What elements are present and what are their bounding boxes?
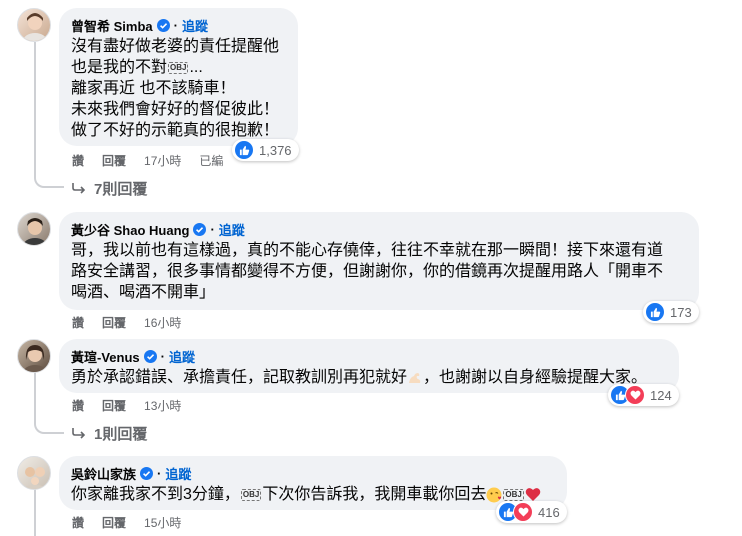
comment-bubble: 黃瑄-Venus · 追蹤 勇於承認錯誤、承擔責任，記取教訓別再犯就好 ，也謝謝以… — [59, 339, 679, 393]
commenter-name[interactable]: 曾智希 Simba — [71, 16, 153, 35]
separator-dot: · — [173, 17, 178, 33]
reaction-summary[interactable]: 124 — [608, 384, 679, 406]
object-placeholder-icon: OBJ — [168, 61, 189, 74]
like-button[interactable]: 讚 — [72, 152, 84, 169]
reaction-summary[interactable]: 1,376 — [232, 139, 299, 161]
reaction-summary[interactable]: 416 — [496, 501, 567, 523]
reply-button[interactable]: 回覆 — [102, 397, 126, 414]
avatar[interactable] — [17, 339, 51, 373]
thread-elbow — [34, 412, 64, 434]
timestamp[interactable]: 16小時 — [144, 314, 181, 331]
commenter-name[interactable]: 吳鈴山家族 — [71, 464, 136, 483]
like-button[interactable]: 讚 — [72, 514, 84, 531]
reply-button[interactable]: 回覆 — [102, 314, 126, 331]
avatar[interactable] — [17, 212, 51, 246]
verified-badge-icon — [143, 349, 157, 363]
reaction-count: 173 — [670, 304, 692, 320]
view-replies-link[interactable]: 7則回覆 — [72, 178, 147, 198]
comment-bubble: 曾智希 Simba · 追蹤 沒有盡好做老婆的責任提醒他 也是我的不對 OBJ...… — [59, 8, 298, 146]
comment-actions: 讚 回覆 17小時 已編 — [72, 152, 241, 168]
object-placeholder-icon: OBJ — [503, 488, 524, 501]
separator-dot: · — [157, 465, 162, 481]
reply-button[interactable]: 回覆 — [102, 514, 126, 531]
comment-actions: 讚 回覆 13小時 — [72, 397, 199, 413]
blowing-kiss-emoji-icon — [486, 487, 502, 503]
follow-link[interactable]: 追蹤 — [182, 16, 208, 35]
follow-link[interactable]: 追蹤 — [169, 347, 195, 366]
timestamp[interactable]: 13小時 — [144, 397, 181, 414]
like-button[interactable]: 讚 — [72, 397, 84, 414]
object-placeholder-icon: OBJ — [240, 488, 262, 501]
separator-dot: · — [210, 221, 215, 237]
verified-badge-icon — [156, 18, 170, 32]
timestamp[interactable]: 17小時 — [144, 152, 181, 169]
comment-bubble: 黃少谷 Shao Huang · 追蹤 哥，我以前也有這樣過，真的不能心存僥倖，… — [59, 212, 699, 310]
love-reaction-icon — [513, 502, 533, 522]
verified-badge-icon — [140, 466, 154, 480]
comment-text: 哥，我以前也有這樣過，真的不能心存僥倖，往往不幸就在那一瞬間！接下來還有道 路安全… — [71, 242, 664, 301]
reaction-summary[interactable]: 173 — [643, 301, 699, 323]
comment-text: 勇於承認錯誤、承擔責任，記取教訓別再犯就好 ，也謝謝以自身經驗提醒大家。 — [71, 369, 648, 386]
commenter-name[interactable]: 黃瑄-Venus — [71, 347, 140, 366]
reaction-count: 416 — [538, 504, 560, 520]
view-replies-link[interactable]: 1則回覆 — [72, 423, 147, 443]
like-reaction-icon — [645, 302, 665, 322]
follow-link[interactable]: 追蹤 — [165, 464, 191, 483]
timestamp[interactable]: 15小時 — [144, 514, 181, 531]
thread-elbow — [34, 160, 64, 188]
comment-actions: 讚 回覆 16小時 — [72, 314, 199, 330]
avatar[interactable] — [17, 456, 51, 490]
separator-dot: · — [160, 348, 165, 364]
reply-arrow-icon — [72, 183, 86, 194]
love-reaction-icon — [625, 385, 645, 405]
comment-text: 你家離我家不到3分鐘， OBJ 下次你告訴我，我開車載你回去 OBJ — [71, 484, 555, 505]
edited-label[interactable]: 已編 — [199, 152, 223, 169]
reply-arrow-icon — [72, 428, 86, 439]
like-reaction-icon — [234, 140, 254, 160]
flexed-biceps-emoji-icon — [409, 372, 421, 383]
verified-badge-icon — [193, 222, 207, 236]
comment-actions: 讚 回覆 15小時 — [72, 514, 199, 530]
commenter-name[interactable]: 黃少谷 Shao Huang — [71, 220, 189, 239]
comment-text: 沒有盡好做老婆的責任提醒他 也是我的不對 OBJ... 離家再近 也不該騎車！ 未來我們… — [71, 38, 280, 139]
avatar[interactable] — [17, 8, 51, 42]
like-button[interactable]: 讚 — [72, 314, 84, 331]
reaction-count: 1,376 — [259, 142, 292, 158]
follow-link[interactable]: 追蹤 — [219, 220, 245, 239]
comment-bubble: 吳鈴山家族 · 追蹤 你家離我家不到3分鐘， OBJ 下次你告訴我，我開車載你回去 O… — [59, 456, 567, 510]
reaction-count: 124 — [650, 387, 672, 403]
thread-line — [34, 488, 36, 536]
reply-button[interactable]: 回覆 — [102, 152, 126, 169]
thread-line — [34, 42, 36, 172]
